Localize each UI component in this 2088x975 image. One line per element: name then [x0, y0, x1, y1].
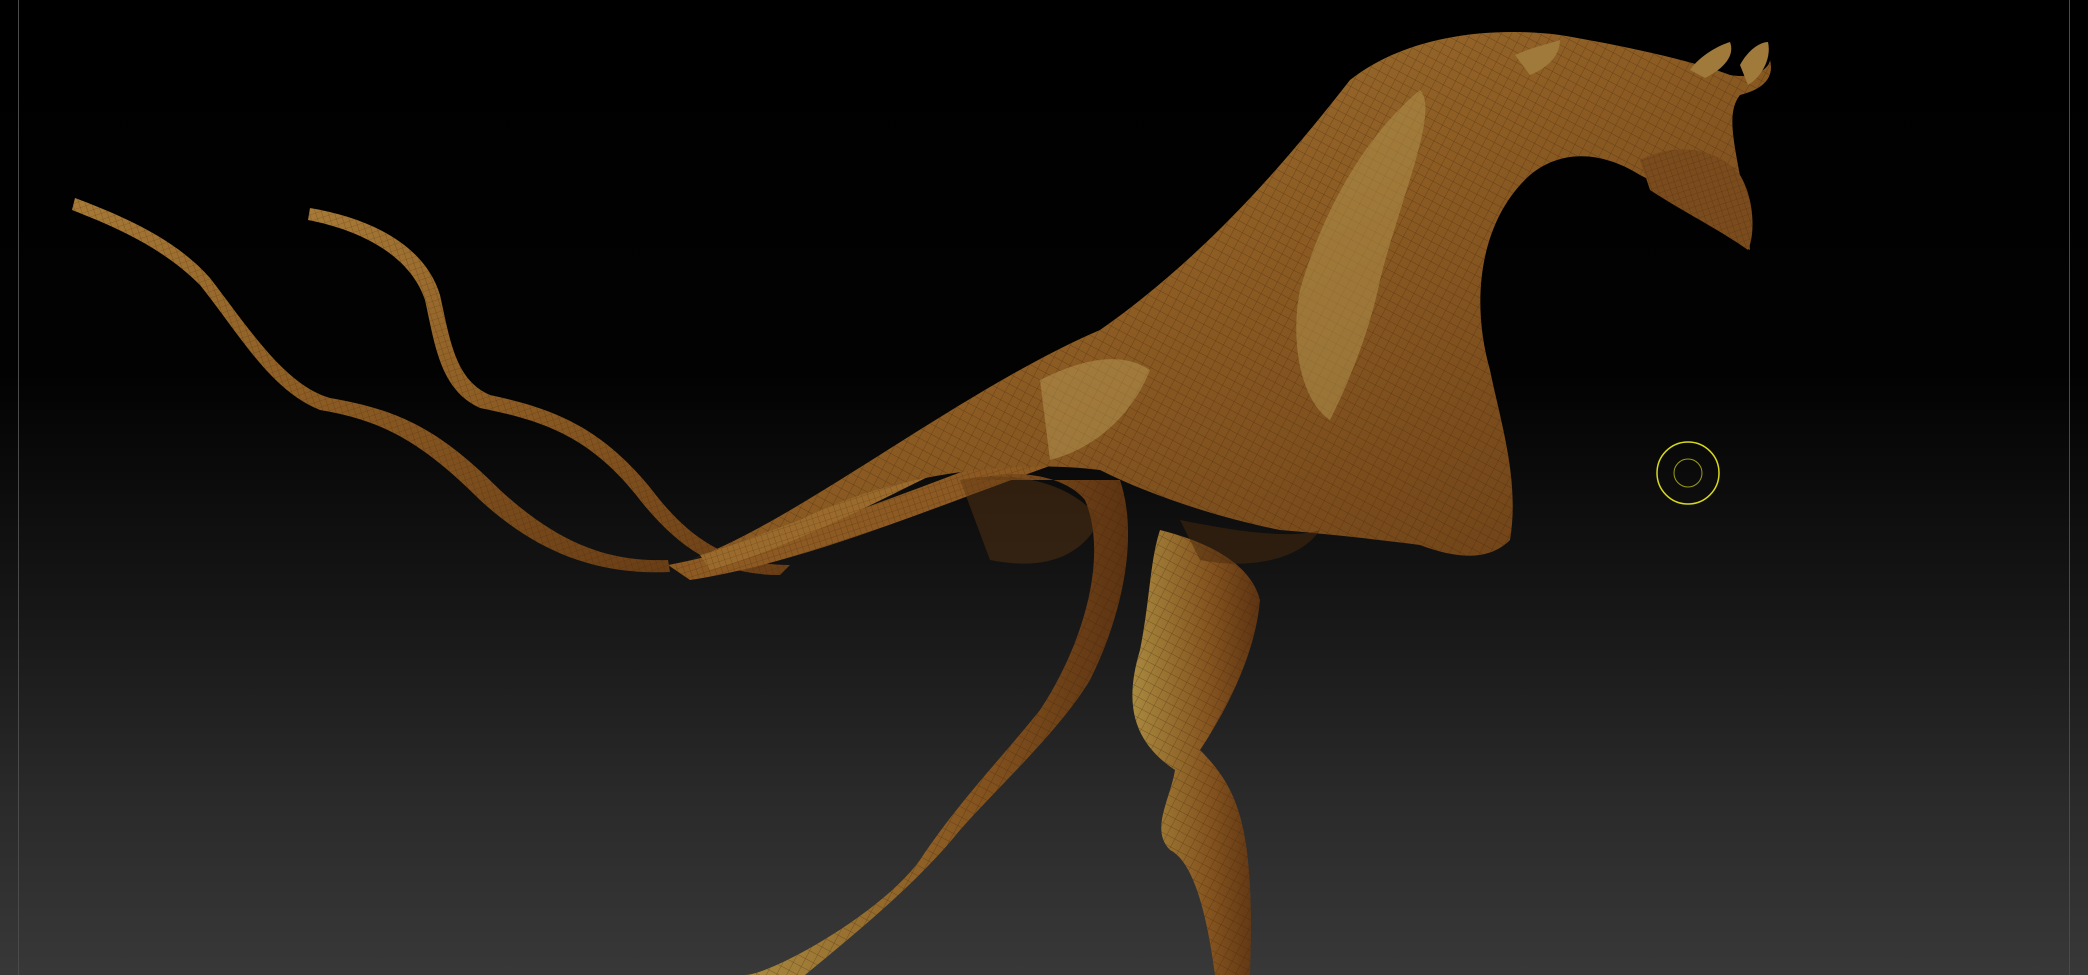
- creature-body: [690, 32, 1771, 564]
- canvas-viewport[interactable]: [0, 0, 2088, 975]
- tail-tentacles: [72, 198, 1110, 580]
- creature-mesh-icon[interactable]: [0, 0, 2088, 975]
- brush-circle-icon: [1656, 441, 1720, 505]
